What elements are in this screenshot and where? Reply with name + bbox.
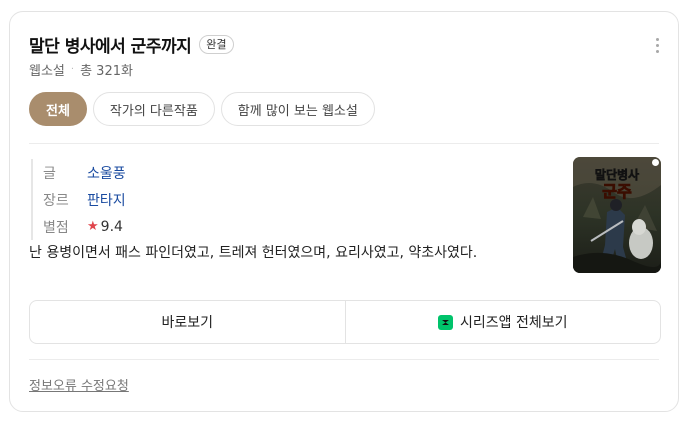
genre-label: 장르 — [43, 192, 69, 209]
more-options-icon[interactable] — [656, 38, 660, 53]
author-link[interactable]: 소울풍 — [87, 163, 126, 183]
thumbnail-badge-dot — [652, 159, 659, 166]
status-badge: 완결 — [199, 35, 234, 54]
info-list: 글 소울풍 장르 판타지 별점 ★ 9.4 — [31, 159, 126, 240]
series-app-label: 시리즈앱 전체보기 — [460, 315, 568, 331]
read-now-button[interactable]: 바로보기 — [30, 301, 345, 343]
tab-all[interactable]: 전체 — [29, 92, 87, 126]
category-text: 웹소설 — [29, 64, 65, 79]
svg-text:말단병사: 말단병사 — [595, 167, 639, 182]
title-row: 말단 병사에서 군주까지 완결 — [29, 32, 234, 57]
separator-dot: · — [70, 64, 75, 75]
rating-label: 별점 — [43, 219, 69, 236]
divider — [29, 143, 659, 144]
footer-divider — [29, 359, 659, 360]
star-icon: ★ — [87, 219, 99, 234]
genre-link[interactable]: 판타지 — [87, 190, 126, 210]
tab-related-novels[interactable]: 함께 많이 보는 웹소설 — [220, 92, 375, 126]
info-row-rating: 별점 ★ 9.4 — [43, 213, 126, 240]
tab-bar: 전체 작가의 다른작품 함께 많이 보는 웹소설 — [29, 92, 375, 126]
report-error-link[interactable]: 정보오류 수정요청 — [29, 375, 129, 394]
info-row-genre: 장르 판타지 — [43, 186, 126, 213]
meta-line: 웹소설 · 총 321화 — [29, 60, 133, 79]
author-label: 글 — [43, 165, 56, 182]
webnovel-card: 말단 병사에서 군주까지 완결 웹소설 · 총 321화 전체 작가의 다른작품… — [9, 11, 679, 412]
series-app-button[interactable]: 시리즈앱 전체보기 — [344, 301, 661, 343]
info-row-author: 글 소울풍 — [43, 159, 126, 186]
read-now-label: 바로보기 — [161, 315, 214, 331]
series-app-icon — [438, 314, 453, 330]
svg-text:군주: 군주 — [602, 182, 632, 201]
synopsis-text: 난 용병이면서 패스 파인더였고, 트레져 헌터였으며, 요리사였고, 약초사였… — [29, 245, 478, 261]
episode-count: 총 321화 — [80, 64, 133, 79]
cover-illustration: 말단병사 군주 — [573, 157, 661, 273]
page-title[interactable]: 말단 병사에서 군주까지 — [29, 32, 192, 57]
rating-value: 9.4 — [100, 218, 123, 235]
action-buttons: 바로보기 시리즈앱 전체보기 — [29, 300, 661, 344]
tab-author-works[interactable]: 작가의 다른작품 — [92, 92, 215, 126]
cover-thumbnail[interactable]: 말단병사 군주 — [573, 157, 661, 273]
